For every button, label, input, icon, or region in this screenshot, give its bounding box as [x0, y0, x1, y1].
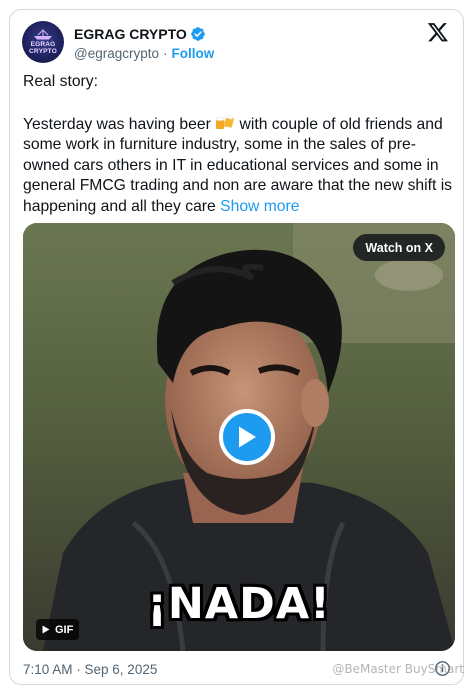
handle[interactable]: @egragcrypto: [74, 46, 159, 61]
follow-button[interactable]: Follow: [172, 46, 215, 61]
tweet-card[interactable]: EGRAG CRYPTO EGRAG CRYPTO @egragcrypto ·…: [9, 9, 464, 685]
timestamp-link[interactable]: 7:10 AM · Sep 6, 2025: [23, 662, 157, 677]
watermark: @BeMaster BuySmart: [332, 662, 464, 676]
play-icon: [239, 426, 256, 448]
tweet-text: Real story: Yesterday was having beer wi…: [23, 72, 455, 218]
show-more-link[interactable]: Show more: [220, 198, 299, 215]
tweet-text-part-1: Yesterday was having beer: [23, 115, 216, 133]
avatar[interactable]: EGRAG CRYPTO: [22, 21, 64, 63]
tweet-paragraph-2: Yesterday was having beer with couple of…: [23, 114, 455, 218]
verified-badge-icon: [190, 26, 205, 41]
media-player[interactable]: Watch on X ¡NADA! GIF: [23, 223, 455, 651]
watch-on-x-button[interactable]: Watch on X: [353, 234, 445, 261]
tweet-header: EGRAG CRYPTO EGRAG CRYPTO @egragcrypto ·…: [22, 21, 451, 69]
author-names: EGRAG CRYPTO @egragcrypto · Follow: [74, 24, 214, 62]
avatar-logo-text: EGRAG CRYPTO: [29, 41, 57, 55]
gif-label: GIF: [55, 623, 74, 636]
gif-badge[interactable]: GIF: [36, 619, 80, 640]
display-name[interactable]: EGRAG CRYPTO: [74, 26, 187, 42]
gif-caption: ¡NADA!: [147, 579, 331, 629]
play-button[interactable]: [219, 409, 275, 465]
small-play-icon: [42, 625, 50, 634]
ship-logo-icon: [34, 29, 52, 40]
separator-dot: ·: [163, 45, 168, 61]
tweet-paragraph-1: Real story:: [23, 73, 98, 90]
beer-mugs-icon: [215, 114, 235, 129]
x-logo-icon[interactable]: [427, 21, 449, 43]
